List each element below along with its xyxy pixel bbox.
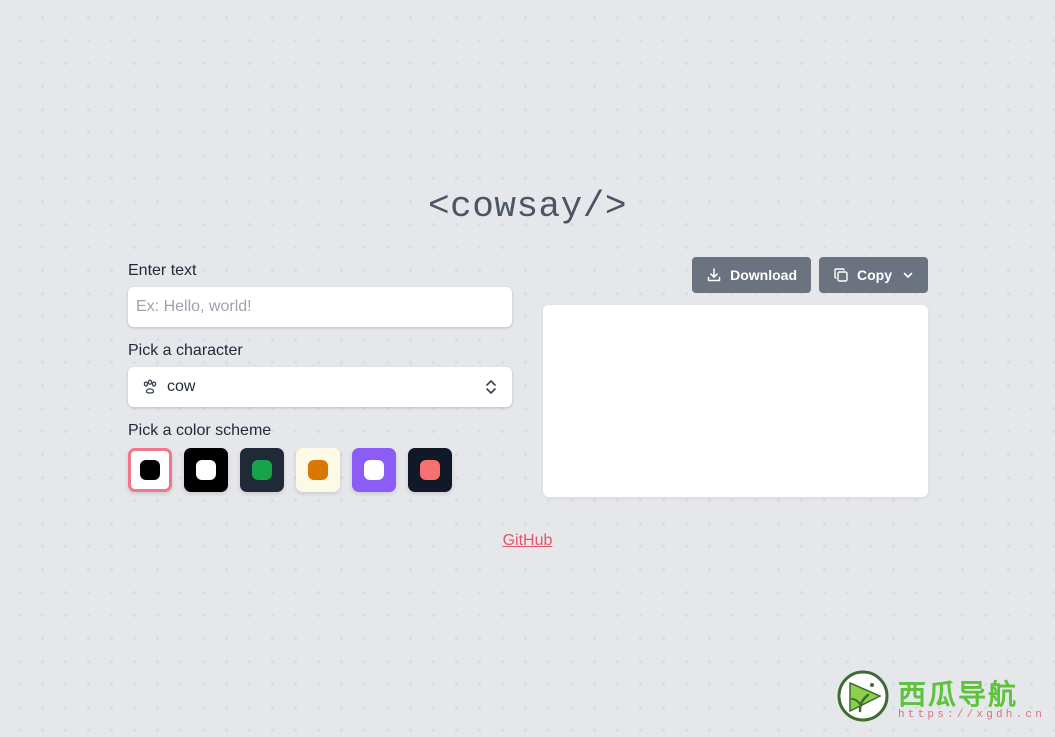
color-scheme-label: Pick a color scheme [128, 422, 272, 439]
chevron-up-down-icon [484, 378, 498, 396]
color-scheme-swatch[interactable] [128, 448, 172, 492]
swatch-dot [308, 460, 328, 480]
copy-label: Copy [857, 267, 892, 283]
page-title: <cowsay/> [428, 186, 627, 227]
color-scheme-swatch[interactable] [184, 448, 228, 492]
character-value: cow [167, 378, 196, 395]
color-scheme-swatch[interactable] [296, 448, 340, 492]
color-scheme-swatch[interactable] [352, 448, 396, 492]
text-input[interactable] [128, 287, 512, 327]
swatch-dot [140, 460, 160, 480]
watermark: 西瓜导航 https://xgdh.cn [836, 669, 1042, 725]
swatch-dot [420, 460, 440, 480]
output-panel: Download Copy [543, 257, 928, 497]
swatch-dot [196, 460, 216, 480]
color-scheme-swatch[interactable] [408, 448, 452, 492]
character-select[interactable]: cow [128, 367, 512, 407]
chevron-down-icon [902, 269, 914, 281]
paw-icon [142, 379, 158, 395]
color-scheme-picker [128, 448, 512, 492]
download-button[interactable]: Download [692, 257, 811, 293]
footer: GitHub [0, 532, 1055, 550]
cowsay-output [543, 305, 928, 497]
copy-button[interactable]: Copy [819, 257, 928, 293]
watermark-url: https://xgdh.cn [898, 709, 1046, 721]
enter-text-label: Enter text [128, 262, 197, 279]
github-link[interactable]: GitHub [503, 532, 553, 549]
download-icon [706, 267, 722, 283]
watermelon-logo-icon [837, 670, 889, 722]
watermark-name: 西瓜导航 [898, 679, 1019, 710]
toolbar: Download Copy [543, 257, 928, 293]
download-label: Download [730, 267, 797, 283]
swatch-dot [364, 460, 384, 480]
character-label: Pick a character [128, 342, 243, 359]
color-scheme-swatch[interactable] [240, 448, 284, 492]
copy-icon [833, 267, 849, 283]
form-panel: Enter text Pick a character cow Pick a c… [128, 261, 512, 492]
swatch-dot [252, 460, 272, 480]
